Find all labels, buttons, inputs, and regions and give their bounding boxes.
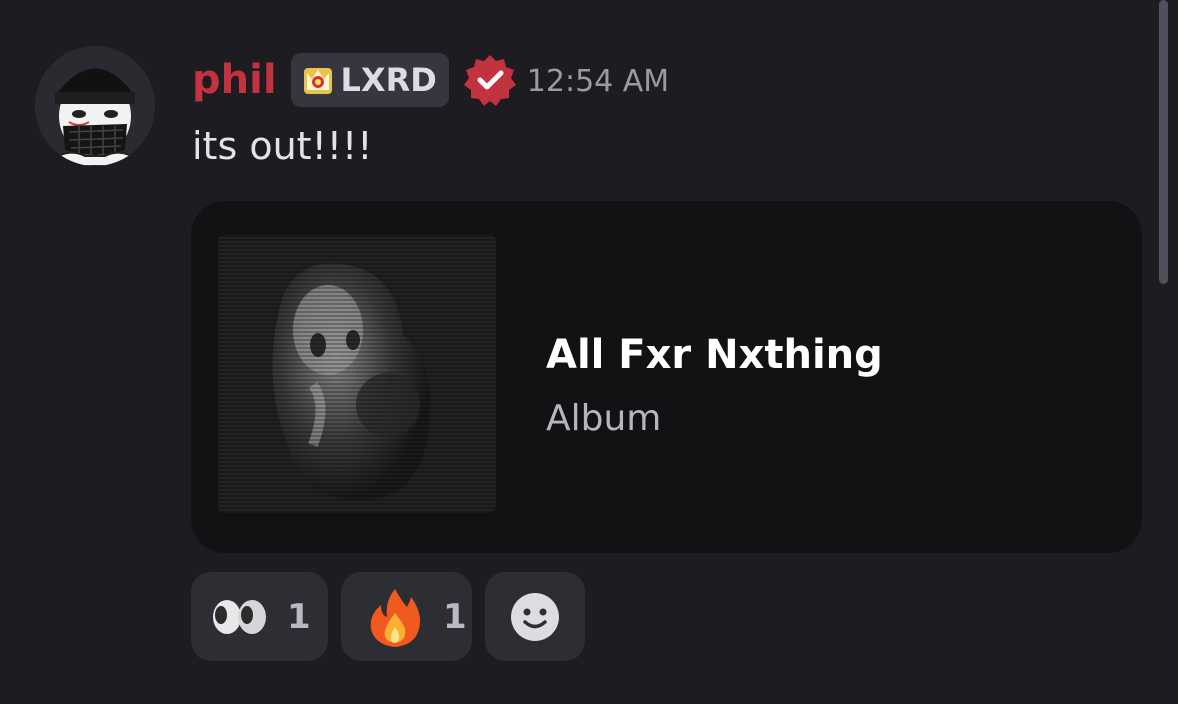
album-title[interactable]: All Fxr Nxthing	[546, 327, 883, 383]
message-view: phil LXRD 12:54 AM its out!!!! All Fxr N…	[0, 0, 1178, 704]
reaction-fire[interactable]: 1	[341, 572, 472, 661]
avatar[interactable]	[35, 46, 155, 166]
album-cover-image	[218, 235, 496, 513]
album-type-label: Album	[546, 398, 662, 439]
reaction-eyes[interactable]: 1	[191, 572, 328, 661]
guild-tag[interactable]: LXRD	[290, 53, 449, 107]
verified-badge-icon[interactable]	[463, 53, 517, 107]
reaction-count: 1	[287, 596, 311, 637]
guild-tag-label: LXRD	[340, 61, 437, 99]
username[interactable]: phil	[192, 50, 277, 110]
message-header: phil LXRD 12:54 AM	[192, 50, 669, 110]
timestamp[interactable]: 12:54 AM	[527, 48, 669, 112]
album-cover[interactable]	[218, 235, 496, 513]
fire-emoji-icon	[370, 588, 420, 647]
eyes-emoji-icon	[213, 599, 266, 634]
crown-tag-icon	[303, 68, 332, 94]
avatar-image	[35, 46, 155, 166]
album-embed-card[interactable]: All Fxr Nxthing Album	[191, 201, 1142, 553]
smiley-icon	[511, 592, 559, 641]
message-text: its out!!!!	[192, 124, 373, 168]
add-reaction-button[interactable]	[485, 572, 585, 661]
scrollbar[interactable]	[1159, 0, 1168, 284]
reactions-bar: 1 1	[191, 572, 598, 661]
reaction-count: 1	[443, 596, 467, 637]
